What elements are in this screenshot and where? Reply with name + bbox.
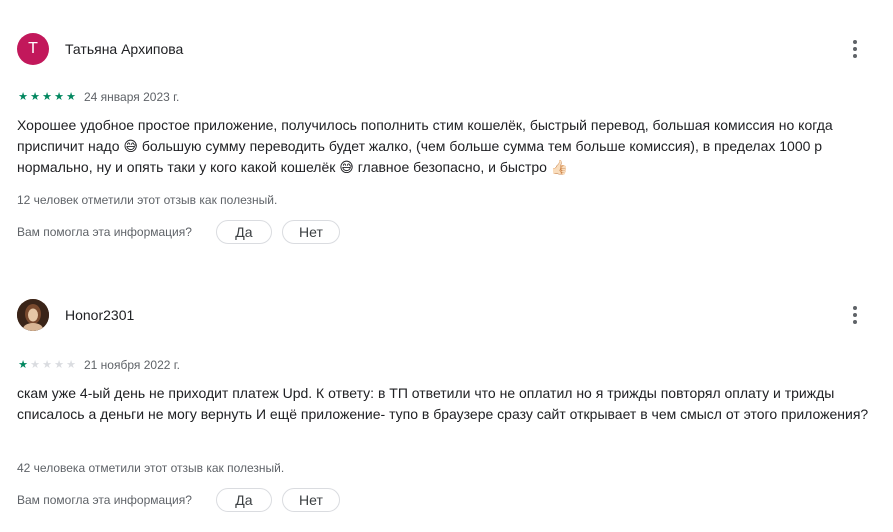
helpful-row: Вам помогла эта информация? Да Нет	[17, 487, 340, 513]
helpful-row: Вам помогла эта информация? Да Нет	[17, 219, 340, 245]
vote-no-button[interactable]: Нет	[281, 488, 340, 512]
user-photo-icon	[17, 299, 49, 331]
vote-no-button[interactable]: Нет	[281, 220, 340, 244]
more-vert-icon	[853, 40, 857, 44]
avatar: Т	[17, 33, 49, 65]
helpful-count: 12 человек отметили этот отзыв как полез…	[17, 193, 278, 207]
star-icon: ★	[18, 358, 28, 371]
star-rating: ★ ★ ★ ★ ★	[17, 358, 77, 371]
review-header: Honor2301	[17, 299, 877, 331]
star-icon: ★	[66, 358, 76, 371]
helpful-count: 42 человека отметили этот отзыв как поле…	[17, 461, 285, 475]
more-vert-icon	[853, 306, 857, 310]
rating-line: ★ ★ ★ ★ ★ 24 января 2023 г.	[17, 90, 179, 104]
star-icon: ★	[30, 90, 40, 103]
avatar-letter: Т	[28, 40, 38, 57]
author-name: Honor2301	[65, 307, 135, 323]
star-icon: ★	[42, 90, 52, 103]
vote-yes-button[interactable]: Да	[215, 488, 272, 512]
star-icon: ★	[30, 358, 40, 371]
star-rating: ★ ★ ★ ★ ★	[17, 90, 77, 103]
star-icon: ★	[18, 90, 28, 103]
rating-line: ★ ★ ★ ★ ★ 21 ноября 2022 г.	[17, 358, 180, 372]
review-text: Хорошее удобное простое приложение, полу…	[17, 117, 833, 175]
author-name: Татьяна Архипова	[65, 41, 184, 57]
review-date: 24 января 2023 г.	[84, 90, 180, 104]
review-header: Т Татьяна Архипова	[17, 33, 877, 65]
avatar	[17, 299, 49, 331]
review-text: скам уже 4-ый день не приходит платеж Up…	[17, 385, 869, 422]
helpful-question: Вам помогла эта информация?	[17, 225, 192, 239]
review-date: 21 ноября 2022 г.	[84, 358, 180, 372]
star-icon: ★	[66, 90, 76, 103]
more-options-button[interactable]	[843, 303, 867, 327]
more-options-button[interactable]	[843, 37, 867, 61]
vote-yes-button[interactable]: Да	[215, 220, 272, 244]
star-icon: ★	[54, 358, 64, 371]
star-icon: ★	[42, 358, 52, 371]
helpful-question: Вам помогла эта информация?	[17, 493, 192, 507]
star-icon: ★	[54, 90, 64, 103]
